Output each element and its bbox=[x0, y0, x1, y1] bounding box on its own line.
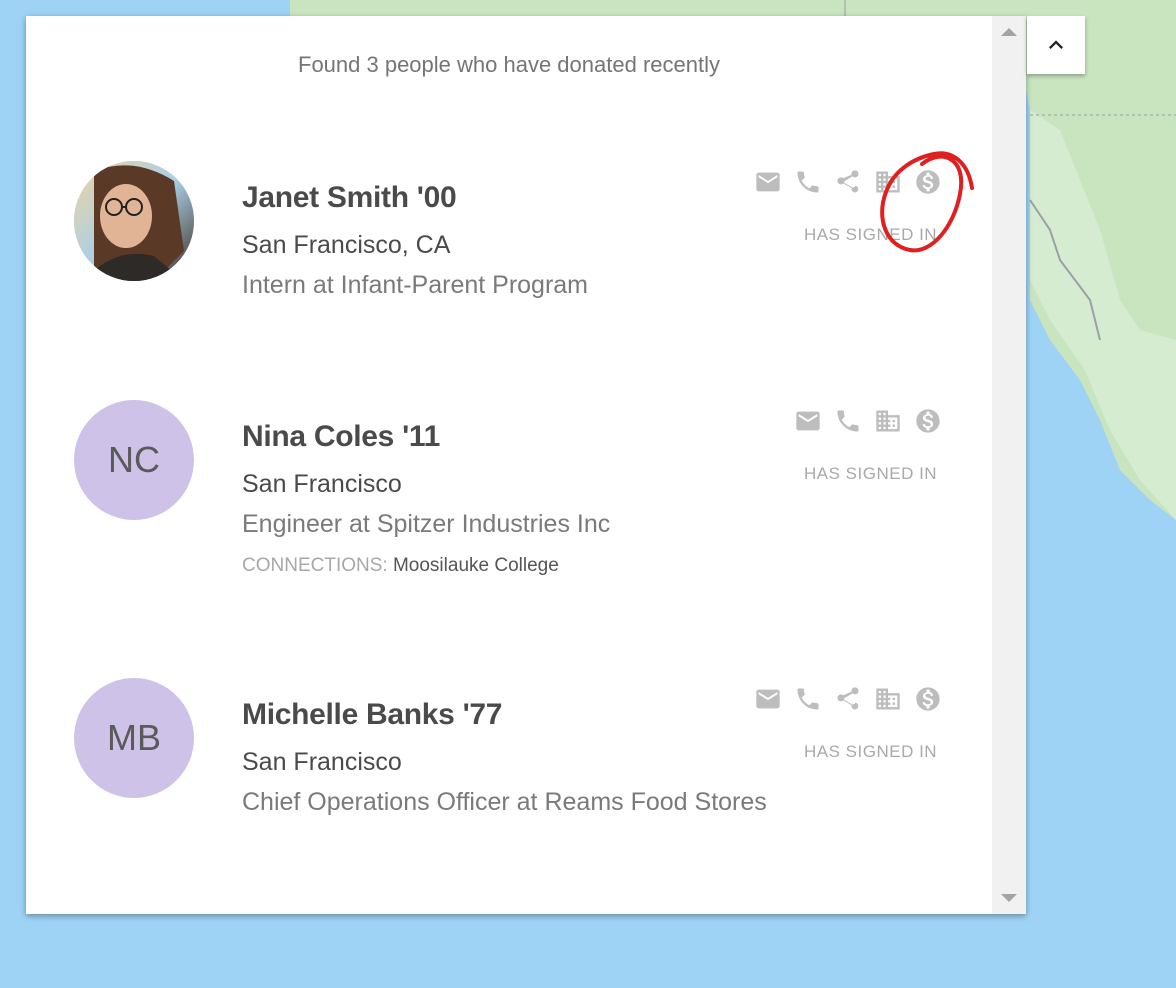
results-summary: Found 3 people who have donated recently bbox=[298, 52, 720, 77]
chevron-up-icon bbox=[1049, 40, 1063, 49]
connections-label: CONNECTIONS: bbox=[242, 555, 388, 576]
contact-icons bbox=[754, 168, 942, 196]
phone-icon[interactable] bbox=[834, 407, 862, 435]
scroll-up-icon[interactable] bbox=[1001, 28, 1017, 36]
person-location: San Francisco bbox=[242, 470, 402, 498]
person-name[interactable]: Nina Coles '11 bbox=[242, 420, 440, 454]
share-icon[interactable] bbox=[834, 168, 862, 196]
person-card[interactable]: MB Michelle Banks '77 San Francisco Chie… bbox=[26, 678, 992, 878]
phone-icon[interactable] bbox=[794, 168, 822, 196]
signed-in-status: HAS SIGNED IN bbox=[804, 225, 938, 244]
scroll-down-icon[interactable] bbox=[1001, 894, 1017, 902]
building-icon[interactable] bbox=[874, 407, 902, 435]
avatar-initials: NC bbox=[74, 400, 194, 520]
person-location: San Francisco bbox=[242, 748, 402, 776]
signed-in-status: HAS SIGNED IN bbox=[804, 742, 938, 761]
contact-icons bbox=[754, 685, 942, 713]
dollar-icon[interactable] bbox=[914, 407, 942, 435]
person-connections: CONNECTIONS: Moosilauke College bbox=[242, 555, 559, 577]
email-icon[interactable] bbox=[754, 168, 782, 196]
person-card[interactable]: NC Nina Coles '11 San Francisco Engineer… bbox=[26, 400, 992, 600]
share-icon[interactable] bbox=[834, 685, 862, 713]
results-panel: Found 3 people who have donated recently bbox=[26, 16, 1026, 914]
scrollbar[interactable] bbox=[992, 16, 1026, 914]
collapse-button[interactable] bbox=[1027, 16, 1085, 74]
person-name[interactable]: Michelle Banks '77 bbox=[242, 698, 503, 732]
building-icon[interactable] bbox=[874, 685, 902, 713]
dollar-icon[interactable] bbox=[914, 168, 942, 196]
dollar-icon[interactable] bbox=[914, 685, 942, 713]
person-card[interactable]: Janet Smith '00 San Francisco, CA Intern… bbox=[26, 161, 992, 361]
contact-icons bbox=[794, 407, 942, 435]
signed-in-status: HAS SIGNED IN bbox=[804, 464, 938, 483]
person-job: Engineer at Spitzer Industries Inc bbox=[242, 510, 611, 538]
phone-icon[interactable] bbox=[794, 685, 822, 713]
avatar-photo bbox=[74, 161, 194, 281]
person-name[interactable]: Janet Smith '00 bbox=[242, 181, 457, 215]
connections-value: Moosilauke College bbox=[392, 555, 559, 576]
person-location: San Francisco, CA bbox=[242, 231, 451, 259]
person-job: Chief Operations Officer at Reams Food S… bbox=[242, 788, 767, 816]
email-icon[interactable] bbox=[754, 685, 782, 713]
person-job: Intern at Infant-Parent Program bbox=[242, 271, 589, 299]
avatar-initials: MB bbox=[74, 678, 194, 798]
email-icon[interactable] bbox=[794, 407, 822, 435]
building-icon[interactable] bbox=[874, 168, 902, 196]
